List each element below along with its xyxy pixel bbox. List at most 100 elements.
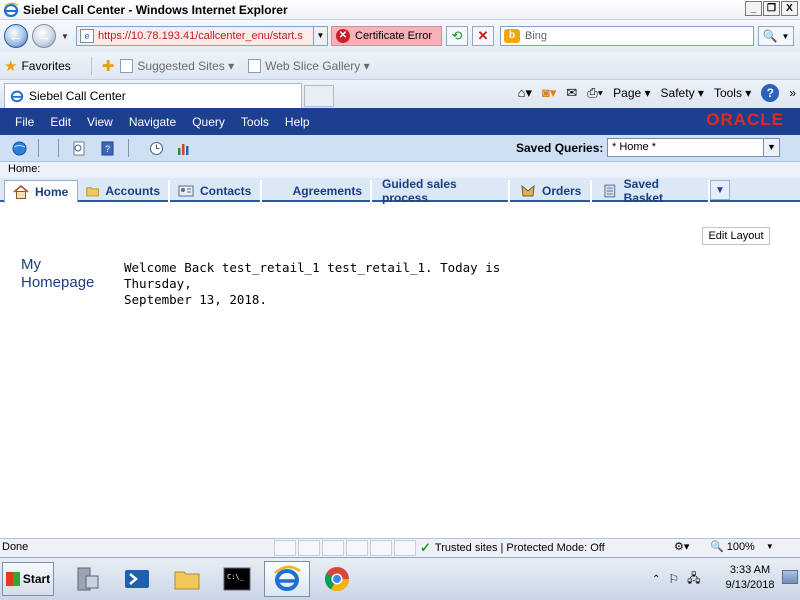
internet-explorer-app[interactable] [264,561,310,597]
page-menu[interactable]: Page ▾ [613,86,650,100]
certificate-error-label: Certificate Error [355,30,433,42]
web-slice-gallery-icon [248,58,262,73]
search-options-icon[interactable]: ▼ [782,32,790,41]
server-manager-app[interactable] [64,561,110,597]
browser-tab-active[interactable]: Siebel Call Center [4,83,302,108]
suggested-sites-label: Suggested Sites ▾ [137,58,235,73]
favorites-star-icon: ★ [4,57,18,75]
refresh-button[interactable]: ⟲ [446,26,468,46]
main-content: Edit Layout My Homepage Welcome Back tes… [0,204,800,536]
menu-navigate[interactable]: Navigate [129,115,176,129]
query-search-icon[interactable] [72,141,87,156]
search-placeholder: Bing [525,30,548,42]
terminal-icon: C:\_ [223,567,251,591]
show-hidden-icons[interactable]: ⌃ [652,574,660,585]
start-button[interactable]: Start [2,562,54,596]
maximize-button[interactable]: ❐ [763,1,780,16]
windows-taskbar: Start C:\_ ⌃ ⚐ 🖧 3:33 AM 9/13/2018 [0,557,800,600]
web-slice-gallery-link[interactable]: Web Slice Gallery ▾ [248,58,370,73]
feeds-icon[interactable]: ◙▾ [542,85,556,101]
tools-menu[interactable]: Tools ▾ [714,86,751,100]
read-mail-icon[interactable]: ✉ [566,85,577,101]
taskbar-clock[interactable]: 3:33 AM 9/13/2018 [720,563,780,593]
chrome-icon [324,567,349,592]
menu-view[interactable]: View [87,115,113,129]
suggested-sites-icon [120,58,134,73]
help-icon[interactable]: ? [761,84,780,102]
edit-layout-button[interactable]: Edit Layout [702,227,770,245]
menu-tools[interactable]: Tools [241,115,269,129]
favorites-label: Favorites [21,58,71,73]
welcome-line-2: September 13, 2018. [124,292,267,307]
tab-accounts-label: Accounts [105,184,160,198]
windows-flag-icon [5,572,20,586]
safety-menu[interactable]: Safety ▾ [661,86,704,100]
status-bar: Done ✓ Trusted sites | Protected Mode: O… [0,538,800,557]
status-text: Done [2,541,29,553]
more-tabs-dropdown-icon[interactable]: ▼ [710,180,730,200]
favorites-button[interactable]: ★ Favorites [0,57,71,75]
tab-saved-basket[interactable]: Saved Basket [594,177,710,205]
globe-icon[interactable] [12,141,27,156]
tab-accounts[interactable]: Accounts [78,180,170,202]
system-tray: ⌃ ⚐ 🖧 [652,561,701,597]
address-url[interactable]: https://10.78.193.41/callcenter_enu/star… [98,30,303,42]
toolbar-separator [58,139,59,157]
minimize-button[interactable]: _ [745,1,762,16]
tab-contacts-label: Contacts [200,184,252,198]
menu-file[interactable]: File [15,115,34,129]
show-desktop-button[interactable] [782,570,798,584]
browser-tab-row: Siebel Call Center ⌂▾ ◙▾ ✉ ⎙▾ Page ▾ Saf… [0,80,800,108]
favorites-divider [90,56,92,75]
network-icon[interactable]: 🖧 [687,569,700,590]
tab-home[interactable]: Home [4,180,78,203]
forward-arrow-icon: → [36,27,52,45]
svg-text:C:\_: C:\_ [227,573,245,581]
search-box[interactable]: b Bing [500,26,754,46]
menu-edit[interactable]: Edit [50,115,71,129]
powershell-app[interactable] [114,561,160,597]
search-button[interactable]: 🔍 ▼ [758,26,794,46]
menu-help[interactable]: Help [285,115,310,129]
manage-addons-icon[interactable]: ⚙▾ [674,540,689,553]
clock-icon[interactable] [149,141,164,156]
tab-orders[interactable]: Orders [512,180,592,202]
recent-pages-dropdown-icon[interactable]: ▼ [61,32,69,41]
address-row: ← → ▼ e https://10.78.193.41/callcenter_… [0,20,800,52]
chevron-down-icon[interactable]: ▼ [763,139,779,156]
tab-agreements-label: Agreements [292,184,362,198]
certificate-error-button[interactable]: ✕ Certificate Error [331,26,442,46]
powershell-icon [125,570,149,588]
status-cell [370,540,392,556]
help-book-icon[interactable]: ? [100,141,115,156]
suggested-sites-link[interactable]: Suggested Sites ▾ [120,58,235,73]
back-arrow-icon: ← [8,27,24,45]
zoom-dropdown-icon[interactable]: ▼ [766,542,774,551]
command-prompt-app[interactable]: C:\_ [214,561,260,597]
chrome-app[interactable] [314,561,360,597]
command-bar: ⌂▾ ◙▾ ✉ ⎙▾ Page ▾ Safety ▾ Tools ▾ ? » [518,84,796,102]
tab-contacts[interactable]: Contacts [170,180,262,202]
saved-queries-value: * Home * [612,141,657,153]
chart-icon[interactable] [176,141,191,156]
tab-guided-sales-process[interactable]: Guided sales process [374,177,510,205]
action-center-flag-icon[interactable]: ⚐ [668,572,679,586]
menu-query[interactable]: Query [192,115,225,129]
explorer-app[interactable] [164,561,210,597]
server-manager-icon [77,567,99,591]
print-icon[interactable]: ⎙▾ [587,85,603,101]
more-commands-icon[interactable]: » [789,86,796,100]
security-zone[interactable]: ✓ Trusted sites | Protected Mode: Off [420,540,605,556]
saved-queries-select[interactable]: * Home * ▼ [607,138,780,157]
add-favorite-icon[interactable]: ✚ [102,57,115,75]
new-tab-button[interactable] [304,85,334,107]
address-dropdown-icon[interactable]: ▼ [313,27,327,45]
stop-button[interactable]: ✕ [472,26,494,46]
zoom-control[interactable]: 🔍 100% ▼ [710,540,774,554]
close-window-button[interactable]: X [781,1,798,16]
home-icon[interactable]: ⌂▾ [518,85,532,101]
forward-button[interactable]: → [32,24,56,48]
address-bar[interactable]: e https://10.78.193.41/callcenter_enu/st… [76,26,328,46]
back-button[interactable]: ← [4,24,28,48]
tab-agreements[interactable]: Agreements [262,180,372,202]
